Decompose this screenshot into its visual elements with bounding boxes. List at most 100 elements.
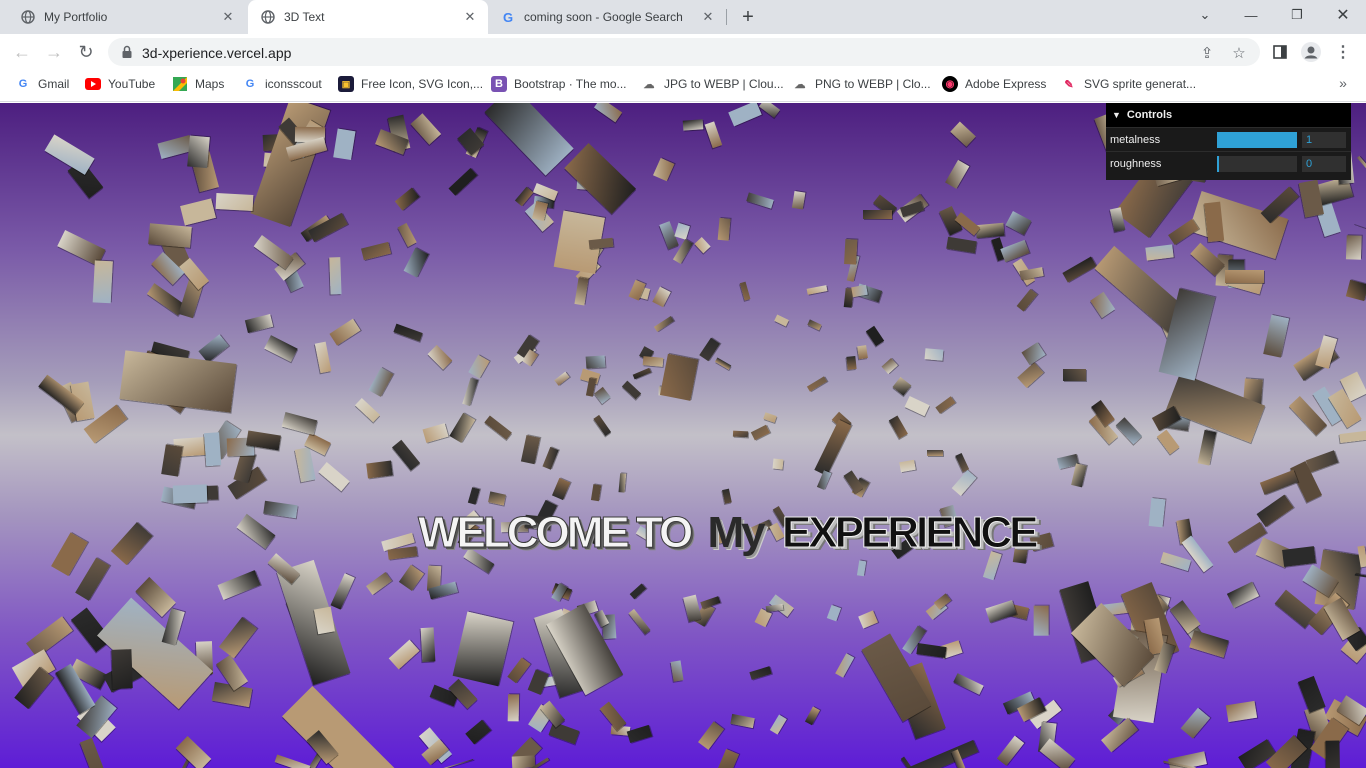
controls-header[interactable]: ▼ Controls [1106,103,1351,127]
tab-search-chevron-icon[interactable]: ⌄ [1182,0,1228,30]
google-icon: G [245,78,255,90]
tab-title: 3D Text [284,10,325,24]
bookmark-label: SVG sprite generat... [1084,77,1197,91]
webgl-canvas[interactable]: WELCOME TO My EXPERIENCE [0,103,1366,768]
bookmark-bootstrap[interactable]: B Bootstrap · The mo... [491,70,627,98]
floating-shard [175,735,212,768]
bookmark-youtube[interactable]: YouTube [85,70,155,98]
floating-shard [465,719,491,745]
floating-shard [772,458,784,469]
floating-shard [484,103,574,176]
floating-shard [1346,279,1366,301]
bookmark-jpg-to-webp[interactable]: ☁ JPG to WEBP | Clou... [641,70,784,98]
share-icon[interactable]: ⇪ [1198,44,1216,62]
floating-shard [618,473,627,493]
floating-shard [807,319,822,331]
address-bar[interactable]: 3d-xperience.vercel.app ⇪ ☆ [108,38,1260,66]
floating-shard [422,423,449,444]
floating-shard [670,660,684,682]
tab-strip: My Portfolio ✕ 3D Text ✕ G coming soon -… [0,0,1366,34]
floating-shard [1305,449,1339,473]
floating-shard [1352,225,1366,232]
floating-shard [1000,239,1031,263]
globe-icon [20,9,36,25]
bookmark-free-icon[interactable]: ▣ Free Icon, SVG Icon,... [338,70,483,98]
floating-shard [628,608,651,635]
cloud-icon: ☁ [794,78,806,91]
metalness-input[interactable]: 1 [1302,132,1346,148]
close-icon[interactable]: ✕ [220,9,236,25]
google-icon: G [502,9,514,25]
floating-shard [653,157,675,182]
bookmark-maps[interactable]: Maps [172,70,224,98]
floating-shard [1148,498,1166,528]
roughness-input[interactable]: 0 [1302,156,1346,172]
floating-shard [237,514,277,550]
floating-shard [74,556,110,601]
floating-shard [1145,244,1174,261]
menu-dots-icon[interactable]: ⋮ [1333,42,1353,62]
floating-shard [26,616,74,659]
floating-shard [1325,740,1341,768]
floating-shard [448,168,477,196]
floating-shard [574,276,589,306]
window-close-icon[interactable]: ✕ [1320,0,1366,30]
floating-shard [899,739,979,768]
floating-shard [850,284,868,297]
bookmark-svg-sprite[interactable]: ✎ SVG sprite generat... [1061,70,1196,98]
back-arrow-icon[interactable]: ← [8,38,36,66]
floating-shard [834,653,854,678]
roughness-slider[interactable] [1217,156,1297,172]
floating-shard [816,470,832,491]
floating-shard [727,103,762,127]
floating-shard [542,447,559,471]
floating-shard [697,721,724,751]
floating-shard [439,758,474,768]
floating-shard [1189,629,1230,658]
bookmark-adobe-express[interactable]: ◉ Adobe Express [942,70,1046,98]
floating-shard [1017,289,1038,312]
floating-shard [295,447,317,482]
floating-shard [403,247,429,278]
floating-shard [933,592,952,610]
minimize-icon[interactable]: — [1228,0,1274,30]
floating-shard [1297,675,1326,714]
bookmark-gmail[interactable]: G Gmail [15,70,70,98]
close-icon[interactable]: ✕ [462,9,478,25]
lock-icon [120,45,134,59]
floating-shard [863,210,892,220]
reload-icon[interactable]: ↻ [72,38,100,66]
google-icon: G [18,78,28,90]
close-icon[interactable]: ✕ [700,9,716,25]
floating-shard [924,348,944,361]
floating-shard [805,707,821,726]
new-tab-button[interactable]: + [736,5,760,29]
floating-shard [1039,738,1076,768]
floating-shard [946,236,978,254]
floating-shard [515,186,534,206]
bookmark-iconsscout[interactable]: G iconsscout [242,70,322,98]
forward-arrow-icon[interactable]: → [40,38,68,66]
floating-shard [950,121,976,148]
floating-shard [487,490,507,505]
floating-shard [1180,707,1211,740]
more-bookmarks-icon[interactable]: » [1334,74,1352,92]
floating-shard [1197,429,1217,466]
bookmark-png-to-webp[interactable]: ☁ PNG to WEBP | Clo... [792,70,931,98]
floating-shard [329,256,342,294]
bookmark-label: Free Icon, SVG Icon,... [361,77,484,91]
floating-shard [1062,256,1098,283]
tab-3d-text[interactable]: 3D Text ✕ [248,0,488,34]
bookmark-star-icon[interactable]: ☆ [1230,44,1248,62]
restore-icon[interactable]: ❐ [1274,0,1320,30]
tab-my-portfolio[interactable]: My Portfolio ✕ [0,0,246,34]
floating-shard [935,396,956,415]
floating-shard [92,261,113,304]
floating-shard [388,639,420,670]
controls-title: Controls [1126,109,1173,121]
bookmark-label: PNG to WEBP | Clo... [815,77,931,91]
side-panel-icon[interactable] [1270,42,1290,62]
tab-google-search[interactable]: G coming soon - Google Search ✕ [490,0,726,34]
metalness-slider[interactable] [1217,132,1297,148]
profile-avatar-icon[interactable] [1301,42,1321,62]
